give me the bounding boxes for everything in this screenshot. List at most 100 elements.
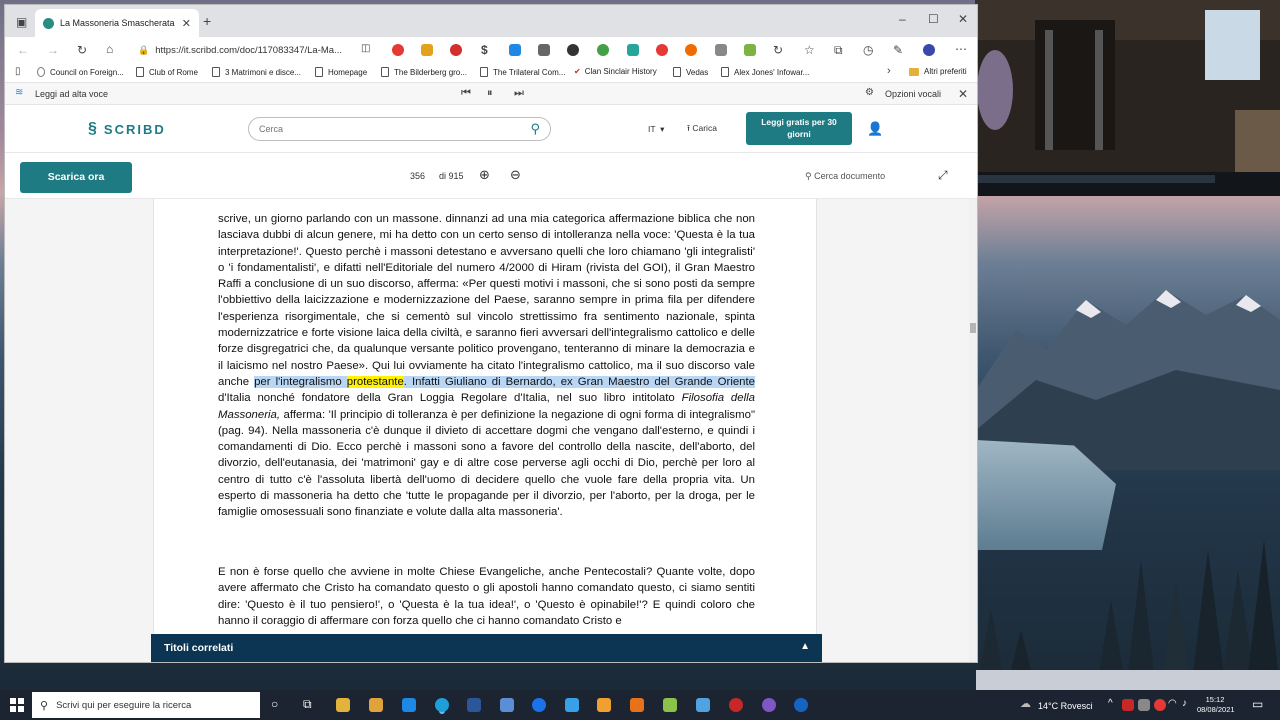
search-icon[interactable]: ⚲ [530, 121, 540, 137]
upload-button[interactable]: ⭱ Carica [687, 123, 717, 137]
app-blue-icon[interactable] [500, 698, 514, 712]
other-bookmarks-folder[interactable]: Altri preferiti [909, 67, 967, 76]
word-icon[interactable] [467, 698, 481, 712]
read-aloud-label: Leggi ad alta voce [35, 89, 109, 99]
site-search-input[interactable] [259, 122, 509, 136]
app-purple-icon[interactable] [762, 698, 776, 712]
extension-opera-icon[interactable] [656, 44, 668, 56]
pause-icon[interactable]: ⏸ [487, 88, 493, 99]
volume-icon[interactable]: ♪ [1182, 699, 1187, 709]
search-document[interactable]: ⚲ Cerca documento [805, 171, 885, 182]
zoom-out-icon[interactable]: ⊖ [510, 167, 521, 183]
voice-options-icon[interactable]: ⚙ [865, 88, 874, 98]
back-icon[interactable]: ← [17, 44, 29, 56]
fullscreen-icon[interactable]: ⤢ [938, 168, 948, 183]
network-icon[interactable]: ◠ [1168, 699, 1177, 709]
file-explorer-icon[interactable] [336, 698, 350, 712]
taskbar-search[interactable]: ⚲ Scrivi qui per eseguire la ricerca [32, 692, 260, 718]
chevron-up-icon[interactable]: ▲ [800, 641, 810, 652]
close-tab-icon[interactable]: ✕ [182, 17, 191, 30]
tray-app-icon[interactable] [1122, 699, 1134, 711]
app-firefox-icon[interactable] [630, 698, 644, 712]
download-button[interactable]: Scarica ora [20, 162, 132, 193]
store-icon[interactable] [369, 698, 383, 712]
edge-icon[interactable] [435, 698, 449, 712]
account-icon[interactable]: 👤 [867, 121, 883, 137]
voice-options-label[interactable]: Opzioni vocali [885, 89, 941, 99]
history-icon[interactable]: ◷ [863, 44, 873, 56]
maximize-icon[interactable]: ☐ [928, 13, 939, 25]
close-window-icon[interactable]: ✕ [958, 13, 968, 25]
read-free-button[interactable]: Leggi gratis per 30 giorni [746, 112, 852, 145]
extension-sync-icon[interactable]: ↻ [773, 44, 783, 56]
extension-grid-icon[interactable] [538, 44, 550, 56]
bookmarks-bar: ▯ Council on Foreign... Club of Rome 3 M… [5, 63, 977, 83]
cortana-icon[interactable]: ○ [271, 698, 278, 710]
previous-paragraph-icon[interactable]: ⏮ [461, 88, 471, 99]
bookmark-item[interactable]: Club of Rome [136, 67, 198, 77]
tray-app-icon[interactable] [1138, 699, 1150, 711]
extension-gray-icon[interactable] [715, 44, 727, 56]
extension-dollar-icon[interactable]: $ [481, 44, 488, 56]
bookmarks-overflow-chevron-icon[interactable]: › [887, 66, 891, 77]
scribd-logo[interactable]: § SCRIBD [88, 120, 166, 138]
extension-record-icon[interactable] [450, 44, 462, 56]
bookmark-item[interactable]: The Bilderberg gro... [381, 67, 467, 77]
extension-lime-icon[interactable] [744, 44, 756, 56]
weather-text[interactable]: 14°C Rovesci [1038, 701, 1093, 711]
mail-icon[interactable] [402, 698, 416, 712]
app-red-icon[interactable] [729, 698, 743, 712]
app-green-icon[interactable] [663, 698, 677, 712]
language-selector[interactable]: IT ▾ [648, 124, 664, 135]
tab-actions-icon[interactable]: ▣ [16, 16, 27, 28]
more-menu-icon[interactable]: ⋯ [955, 43, 967, 55]
zoom-in-icon[interactable]: ⊕ [479, 167, 490, 183]
bookmark-item[interactable]: 3 Matrimoni e disce... [212, 67, 301, 77]
related-titles-bar[interactable]: Titoli correlati ▲ [151, 634, 822, 662]
favorites-star-icon[interactable]: ☆ [804, 44, 815, 56]
refresh-icon[interactable]: ↻ [77, 44, 87, 56]
bookmark-item[interactable]: Vedas [673, 67, 708, 77]
edge-legacy-icon[interactable] [532, 698, 546, 712]
windows-start-icon[interactable] [10, 698, 24, 712]
extension-pen-icon[interactable]: ✎ [893, 44, 903, 56]
new-tab-icon[interactable]: + [203, 14, 211, 28]
bookmark-item[interactable]: ✔ Clan Sinclair History [574, 67, 657, 76]
app-blue-circle-icon[interactable] [794, 698, 808, 712]
tray-app-icon[interactable] [1154, 699, 1166, 711]
extension-lock-icon[interactable] [567, 44, 579, 56]
extension-teal-icon[interactable] [627, 44, 639, 56]
close-read-aloud-icon[interactable]: ✕ [958, 88, 968, 100]
extension-blue-icon[interactable] [509, 44, 521, 56]
collections-icon[interactable]: ⧉ [834, 44, 843, 56]
read-view-icon[interactable]: ◫ [361, 44, 370, 54]
related-titles-label: Titoli correlati [164, 642, 234, 654]
task-view-icon[interactable]: ⧉ [303, 698, 312, 710]
extension-orange-circle-icon[interactable] [685, 44, 697, 56]
page-scrollbar[interactable] [969, 199, 977, 662]
scribd-favicon-icon [43, 17, 54, 29]
tab-active[interactable]: La Massoneria Smascherata ✕ [35, 9, 199, 37]
bookmark-item[interactable]: Homepage [315, 67, 367, 77]
forward-icon[interactable]: → [47, 44, 59, 56]
home-icon[interactable]: ⌂ [106, 43, 113, 55]
bookmark-item[interactable]: Alex Jones' Infowar... [721, 67, 809, 77]
url-field[interactable]: 🔒 https://it.scribd.com/doc/117083347/La… [138, 40, 378, 60]
profile-avatar-icon[interactable] [923, 44, 935, 56]
extension-green-icon[interactable] [597, 44, 609, 56]
extension-red-icon[interactable] [392, 44, 404, 56]
document-page: scrive, un giorno parlando con un masson… [153, 199, 817, 662]
tray-overflow-chevron-icon[interactable]: ^ [1108, 699, 1113, 709]
notifications-icon[interactable]: ▭ [1252, 698, 1263, 710]
bookmark-item[interactable]: The Trilateral Com... [480, 67, 565, 77]
app-document-icon[interactable] [565, 698, 579, 712]
next-paragraph-icon[interactable]: ⏭ [514, 88, 524, 99]
current-word-highlight: protestante [346, 375, 404, 388]
app-orange-icon[interactable] [597, 698, 611, 712]
minimize-icon[interactable]: – [899, 13, 906, 25]
page-number-input[interactable]: 356 [410, 171, 425, 181]
bookmark-item[interactable]: Council on Foreign... [37, 67, 124, 77]
taskbar-clock[interactable]: 15:12 08/08/2021 [1197, 695, 1235, 715]
app-settings-icon[interactable] [696, 698, 710, 712]
extension-orange-icon[interactable] [421, 44, 433, 56]
